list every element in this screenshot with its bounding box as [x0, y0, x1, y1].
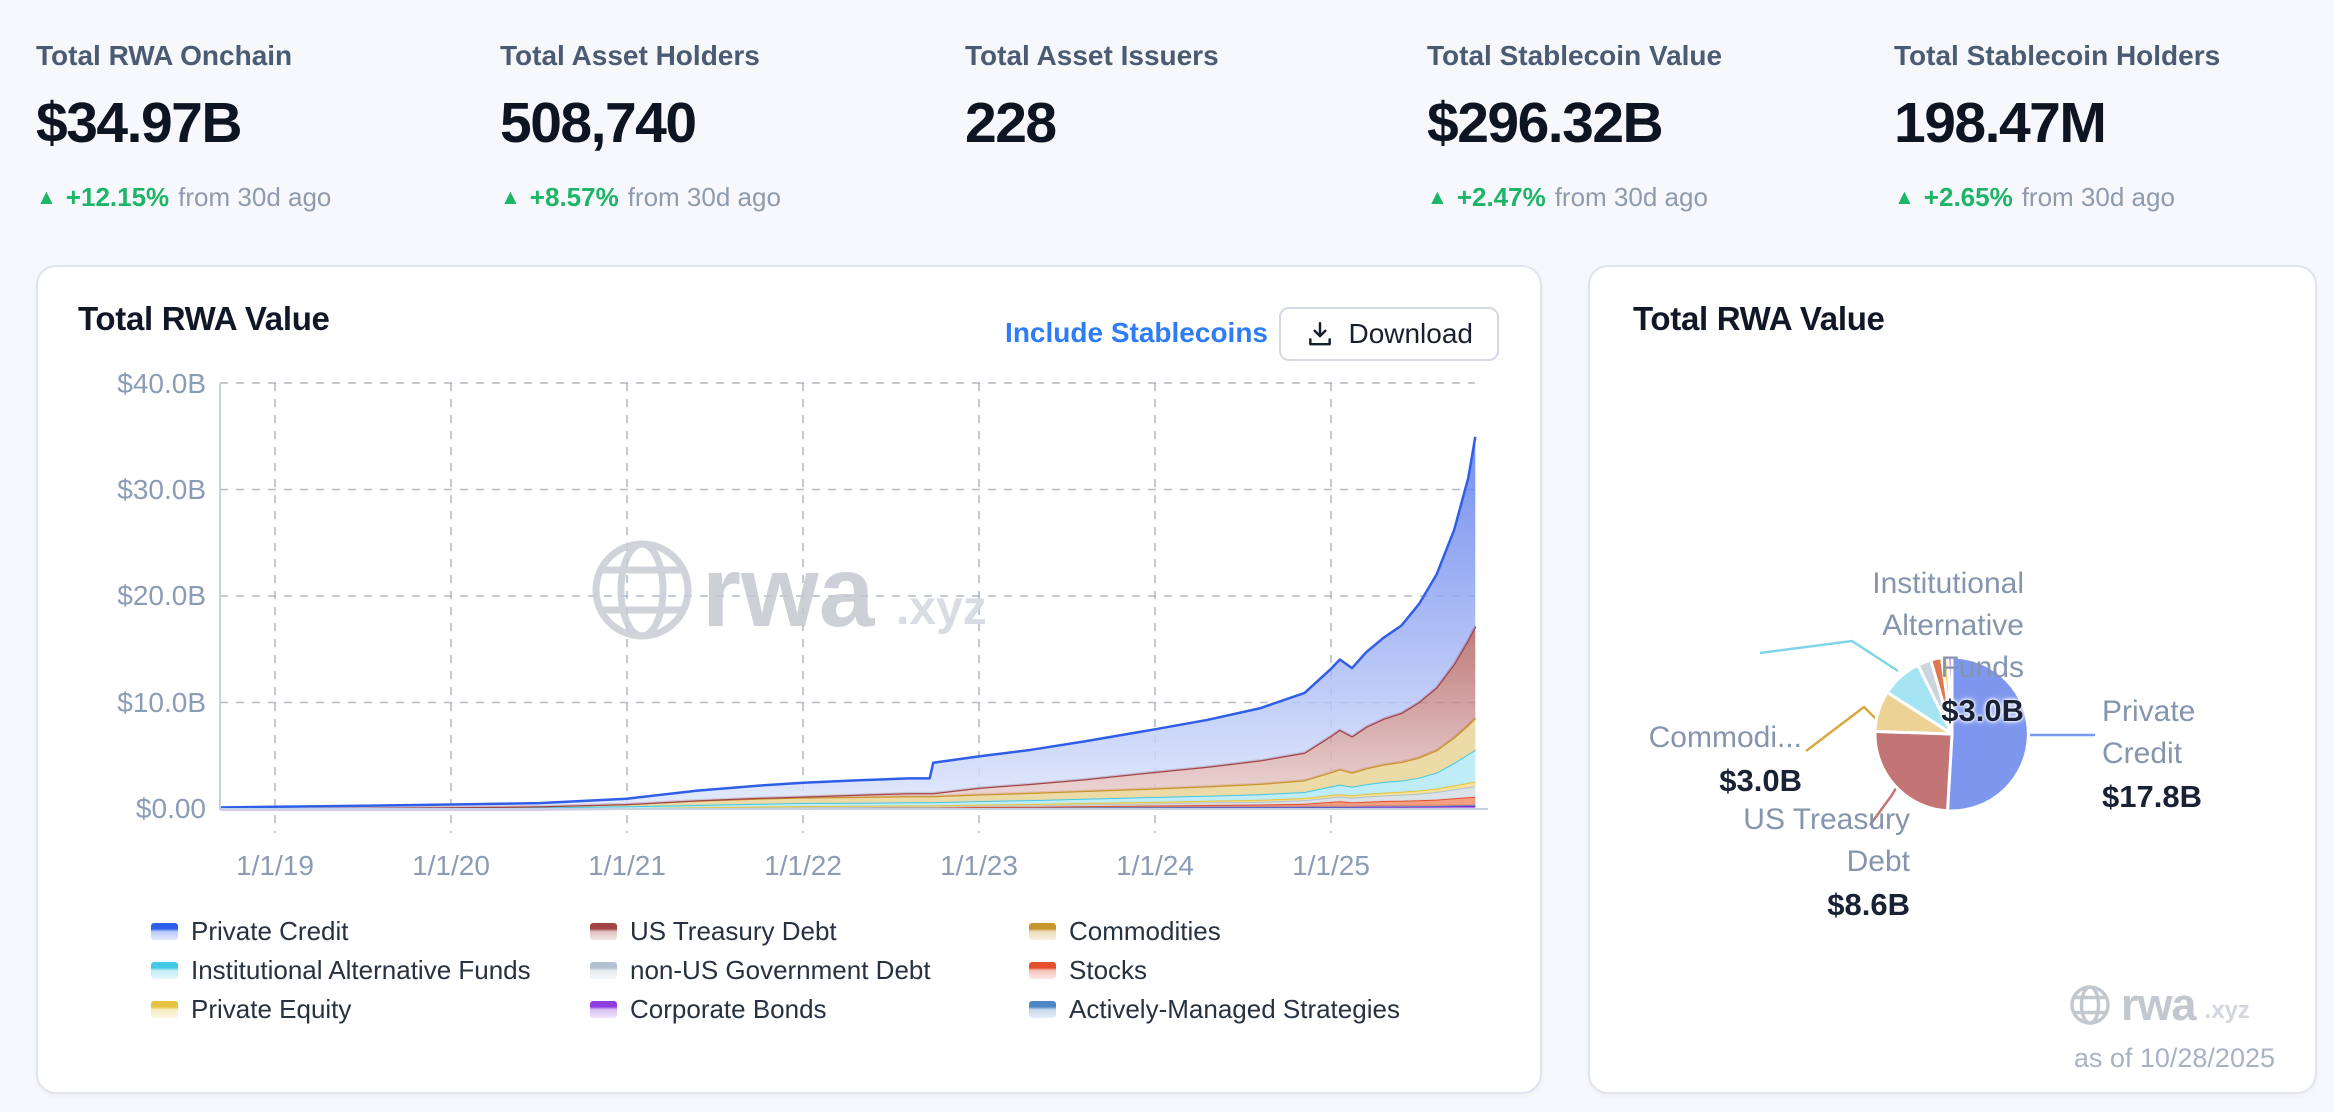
- stat-label: Total Stablecoin Holders: [1894, 40, 2220, 72]
- legend-item-actively-managed-strategies[interactable]: Actively-Managed Strategies: [1029, 994, 1400, 1025]
- legend-item-institutional-alternative-funds[interactable]: Institutional Alternative Funds: [151, 955, 590, 986]
- logo-tld: .xyz: [2205, 997, 2250, 1025]
- legend-item-stocks[interactable]: Stocks: [1029, 955, 1400, 986]
- stat-value: $296.32B: [1427, 90, 1722, 156]
- delta-suffix: from 30d ago: [2022, 182, 2175, 213]
- download-icon: [1305, 319, 1335, 349]
- stat-label: Total Stablecoin Value: [1427, 40, 1722, 72]
- legend-swatch: [151, 1001, 178, 1018]
- pie-label-commodities: Commodi...: [1602, 717, 1802, 759]
- watermark-tld: .xyz: [896, 582, 987, 635]
- stat-value: $34.97B: [36, 90, 331, 156]
- stat-delta: ▲ +12.15% from 30d ago: [36, 182, 331, 213]
- delta-percent: +2.47%: [1457, 182, 1546, 213]
- legend-label: US Treasury Debt: [630, 916, 837, 947]
- x-tick: 1/1/19: [236, 850, 314, 881]
- legend-label: Actively-Managed Strategies: [1069, 994, 1400, 1025]
- legend-item-commodities[interactable]: Commodities: [1029, 916, 1400, 947]
- pie-value-us-treasury-debt: $8.6B: [1690, 885, 1910, 925]
- pie-value-commodities: $3.0B: [1602, 761, 1802, 801]
- stat-label: Total Asset Issuers: [965, 40, 1219, 72]
- up-triangle-icon: ▲: [500, 187, 521, 208]
- stat-value: 198.47M: [1894, 90, 2220, 156]
- rwa-xyz-watermark: rwa .xyz: [596, 536, 987, 648]
- legend-label: Stocks: [1069, 955, 1147, 986]
- rwa-xyz-logo: rwa .xyz: [2068, 979, 2250, 1031]
- legend-swatch: [590, 1001, 617, 1018]
- legend-item-us-treasury-debt[interactable]: US Treasury Debt: [590, 916, 1029, 947]
- pie-label-institutional-alternative-funds: Institutional Alternative Funds: [1824, 563, 2024, 689]
- legend-swatch: [1029, 962, 1056, 979]
- stat-total-asset-holders: Total Asset Holders 508,740 ▲ +8.57% fro…: [500, 40, 781, 213]
- delta-suffix: from 30d ago: [1555, 182, 1708, 213]
- legend-swatch: [590, 923, 617, 940]
- x-tick: 1/1/21: [588, 850, 666, 881]
- card-title: Total RWA Value: [78, 300, 330, 338]
- pie-label-us-treasury-debt: US Treasury Debt: [1690, 799, 1910, 883]
- delta-percent: +12.15%: [66, 182, 169, 213]
- logo-word: rwa: [2121, 979, 2196, 1031]
- legend-label: Private Credit: [191, 916, 349, 947]
- legend-swatch: [151, 923, 178, 940]
- chart-legend: Private Credit US Treasury Debt Commodit…: [151, 912, 1400, 1029]
- x-tick: 1/1/24: [1116, 850, 1194, 881]
- legend-label: Private Equity: [191, 994, 351, 1025]
- delta-percent: +8.57%: [530, 182, 619, 213]
- stat-delta: ▲ +2.47% from 30d ago: [1427, 182, 1722, 213]
- pie-value-private-credit: $17.8B: [2102, 777, 2282, 817]
- legend-swatch: [1029, 1001, 1056, 1018]
- delta-suffix: from 30d ago: [178, 182, 331, 213]
- up-triangle-icon: ▲: [1894, 187, 1915, 208]
- stat-total-stablecoin-value: Total Stablecoin Value $296.32B ▲ +2.47%…: [1427, 40, 1722, 213]
- legend-swatch: [590, 962, 617, 979]
- legend-item-non-us-government-debt[interactable]: non-US Government Debt: [590, 955, 1029, 986]
- pie-label-private-credit: Private Credit: [2102, 691, 2282, 775]
- include-stablecoins-toggle[interactable]: Include Stablecoins: [1005, 317, 1268, 349]
- x-tick: 1/1/25: [1292, 850, 1370, 881]
- pie-value-institutional-alternative-funds: $3.0B: [1824, 691, 2024, 731]
- legend-swatch: [151, 962, 178, 979]
- stat-total-stablecoin-holders: Total Stablecoin Holders 198.47M ▲ +2.65…: [1894, 40, 2220, 213]
- y-tick: $40.0B: [117, 368, 206, 399]
- delta-percent: +2.65%: [1924, 182, 2013, 213]
- x-tick: 1/1/20: [412, 850, 490, 881]
- legend-label: Commodities: [1069, 916, 1221, 947]
- delta-suffix: from 30d ago: [628, 182, 781, 213]
- y-tick: $30.0B: [117, 474, 206, 505]
- legend-label: Institutional Alternative Funds: [191, 955, 531, 986]
- total-rwa-value-chart-card: Total RWA Value Include Stablecoins Down…: [36, 265, 1542, 1094]
- watermark-word: rwa: [702, 536, 876, 648]
- x-tick: 1/1/22: [764, 850, 842, 881]
- up-triangle-icon: ▲: [1427, 187, 1448, 208]
- download-label: Download: [1348, 318, 1473, 350]
- legend-label: non-US Government Debt: [630, 955, 931, 986]
- legend-item-corporate-bonds[interactable]: Corporate Bonds: [590, 994, 1029, 1025]
- stat-total-rwa-onchain: Total RWA Onchain $34.97B ▲ +12.15% from…: [36, 40, 331, 213]
- as-of-date: as of 10/28/2025: [2074, 1043, 2275, 1074]
- download-button[interactable]: Download: [1279, 307, 1499, 361]
- legend-swatch: [1029, 923, 1056, 940]
- x-tick: 1/1/23: [940, 850, 1018, 881]
- y-tick: $20.0B: [117, 580, 206, 611]
- stat-value: 508,740: [500, 90, 781, 156]
- total-rwa-value-pie-card: Total RWA Value Institutional Alternativ…: [1588, 265, 2317, 1094]
- y-tick: $0.00: [136, 793, 206, 824]
- stat-delta: ▲ +2.65% from 30d ago: [1894, 182, 2220, 213]
- stacked-area-chart[interactable]: rwa .xyz $40.0B $30.0B $20.0B $10.0B $0.…: [38, 363, 1540, 903]
- legend-label: Corporate Bonds: [630, 994, 827, 1025]
- legend-item-private-credit[interactable]: Private Credit: [151, 916, 590, 947]
- legend-item-private-equity[interactable]: Private Equity: [151, 994, 590, 1025]
- stat-value: 228: [965, 90, 1219, 156]
- up-triangle-icon: ▲: [36, 187, 57, 208]
- stat-label: Total RWA Onchain: [36, 40, 331, 72]
- stat-delta: ▲ +8.57% from 30d ago: [500, 182, 781, 213]
- stat-total-asset-issuers: Total Asset Issuers 228: [965, 40, 1219, 182]
- y-tick: $10.0B: [117, 687, 206, 718]
- globe-icon: [2068, 983, 2112, 1027]
- stat-label: Total Asset Holders: [500, 40, 781, 72]
